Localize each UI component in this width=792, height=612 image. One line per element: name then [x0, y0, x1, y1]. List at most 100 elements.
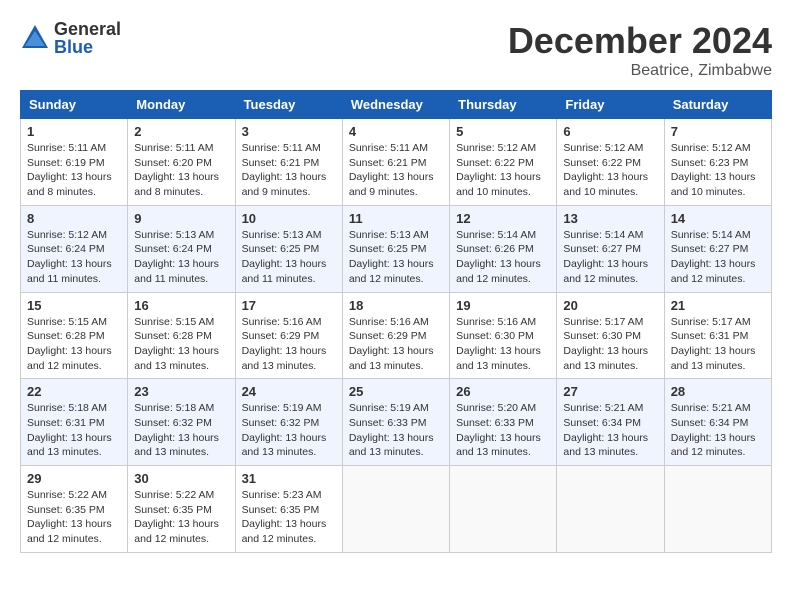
- calendar-cell: 2 Sunrise: 5:11 AMSunset: 6:20 PMDaylight…: [128, 119, 235, 206]
- day-number: 27: [563, 384, 657, 399]
- day-info: Sunrise: 5:12 AMSunset: 6:22 PMDaylight:…: [456, 141, 550, 200]
- calendar-cell: 5 Sunrise: 5:12 AMSunset: 6:22 PMDaylight…: [450, 119, 557, 206]
- day-number: 3: [242, 124, 336, 139]
- calendar-cell: 4Sunrise: 5:11 AMSunset: 6:21 PMDaylight…: [342, 119, 449, 206]
- day-info: Sunrise: 5:23 AMSunset: 6:35 PMDaylight:…: [242, 488, 336, 547]
- day-number: 9: [134, 211, 228, 226]
- calendar-week-row: 1Sunrise: 5:11 AMSunset: 6:19 PMDaylight…: [21, 119, 772, 206]
- day-info: Sunrise: 5:17 AMSunset: 6:31 PMDaylight:…: [671, 315, 765, 374]
- calendar-cell: 6 Sunrise: 5:12 AMSunset: 6:22 PMDaylight…: [557, 119, 664, 206]
- day-number: 2: [134, 124, 228, 139]
- day-info: Sunrise: 5:17 AMSunset: 6:30 PMDaylight:…: [563, 315, 657, 374]
- day-info: Sunrise: 5:21 AMSunset: 6:34 PMDaylight:…: [671, 401, 765, 460]
- calendar-cell: 26Sunrise: 5:20 AMSunset: 6:33 PMDayligh…: [450, 379, 557, 466]
- day-info: Sunrise: 5:15 AMSunset: 6:28 PMDaylight:…: [134, 315, 228, 374]
- calendar-cell: 30Sunrise: 5:22 AMSunset: 6:35 PMDayligh…: [128, 466, 235, 553]
- calendar-header-row: Sunday Monday Tuesday Wednesday Thursday…: [21, 91, 772, 119]
- calendar-cell: 8Sunrise: 5:12 AMSunset: 6:24 PMDaylight…: [21, 205, 128, 292]
- day-info: Sunrise: 5:11 AMSunset: 6:20 PMDaylight:…: [134, 141, 228, 200]
- day-info: Sunrise: 5:16 AMSunset: 6:29 PMDaylight:…: [242, 315, 336, 374]
- calendar-cell: [664, 466, 771, 553]
- day-number: 23: [134, 384, 228, 399]
- day-number: 16: [134, 298, 228, 313]
- day-info: Sunrise: 5:16 AMSunset: 6:29 PMDaylight:…: [349, 315, 443, 374]
- day-info: Sunrise: 5:12 AMSunset: 6:24 PMDaylight:…: [27, 228, 121, 287]
- title-area: December 2024 Beatrice, Zimbabwe: [508, 20, 772, 80]
- day-number: 4: [349, 124, 443, 139]
- day-info: Sunrise: 5:14 AMSunset: 6:26 PMDaylight:…: [456, 228, 550, 287]
- month-title: December 2024: [508, 20, 772, 62]
- calendar-cell: 10Sunrise: 5:13 AMSunset: 6:25 PMDayligh…: [235, 205, 342, 292]
- day-info: Sunrise: 5:14 AMSunset: 6:27 PMDaylight:…: [563, 228, 657, 287]
- day-info: Sunrise: 5:13 AMSunset: 6:24 PMDaylight:…: [134, 228, 228, 287]
- calendar-week-row: 15 Sunrise: 5:15 AMSunset: 6:28 PMDayligh…: [21, 292, 772, 379]
- calendar-cell: 20 Sunrise: 5:17 AMSunset: 6:30 PMDayligh…: [557, 292, 664, 379]
- calendar: Sunday Monday Tuesday Wednesday Thursday…: [20, 90, 772, 553]
- day-number: 18: [349, 298, 443, 313]
- calendar-cell: 25Sunrise: 5:19 AMSunset: 6:33 PMDayligh…: [342, 379, 449, 466]
- col-tuesday: Tuesday: [235, 91, 342, 119]
- logo-blue: Blue: [54, 38, 121, 56]
- day-info: Sunrise: 5:19 AMSunset: 6:32 PMDaylight:…: [242, 401, 336, 460]
- day-number: 5: [456, 124, 550, 139]
- calendar-cell: [450, 466, 557, 553]
- calendar-cell: 15 Sunrise: 5:15 AMSunset: 6:28 PMDayligh…: [21, 292, 128, 379]
- calendar-cell: 23 Sunrise: 5:18 AMSunset: 6:32 PMDayligh…: [128, 379, 235, 466]
- day-number: 19: [456, 298, 550, 313]
- day-info: Sunrise: 5:11 AMSunset: 6:21 PMDaylight:…: [242, 141, 336, 200]
- day-info: Sunrise: 5:12 AMSunset: 6:22 PMDaylight:…: [563, 141, 657, 200]
- calendar-cell: 18 Sunrise: 5:16 AMSunset: 6:29 PMDayligh…: [342, 292, 449, 379]
- calendar-cell: 21 Sunrise: 5:17 AMSunset: 6:31 PMDayligh…: [664, 292, 771, 379]
- day-number: 15: [27, 298, 121, 313]
- calendar-cell: 24Sunrise: 5:19 AMSunset: 6:32 PMDayligh…: [235, 379, 342, 466]
- day-number: 21: [671, 298, 765, 313]
- calendar-cell: 12 Sunrise: 5:14 AMSunset: 6:26 PMDayligh…: [450, 205, 557, 292]
- calendar-cell: 11Sunrise: 5:13 AMSunset: 6:25 PMDayligh…: [342, 205, 449, 292]
- col-friday: Friday: [557, 91, 664, 119]
- day-info: Sunrise: 5:18 AMSunset: 6:31 PMDaylight:…: [27, 401, 121, 460]
- calendar-cell: [342, 466, 449, 553]
- calendar-week-row: 8Sunrise: 5:12 AMSunset: 6:24 PMDaylight…: [21, 205, 772, 292]
- day-info: Sunrise: 5:15 AMSunset: 6:28 PMDaylight:…: [27, 315, 121, 374]
- day-info: Sunrise: 5:21 AMSunset: 6:34 PMDaylight:…: [563, 401, 657, 460]
- calendar-week-row: 22 Sunrise: 5:18 AMSunset: 6:31 PMDayligh…: [21, 379, 772, 466]
- calendar-cell: 1Sunrise: 5:11 AMSunset: 6:19 PMDaylight…: [21, 119, 128, 206]
- calendar-cell: 27 Sunrise: 5:21 AMSunset: 6:34 PMDayligh…: [557, 379, 664, 466]
- calendar-cell: 17 Sunrise: 5:16 AMSunset: 6:29 PMDayligh…: [235, 292, 342, 379]
- day-number: 12: [456, 211, 550, 226]
- day-info: Sunrise: 5:16 AMSunset: 6:30 PMDaylight:…: [456, 315, 550, 374]
- day-info: Sunrise: 5:22 AMSunset: 6:35 PMDaylight:…: [134, 488, 228, 547]
- calendar-week-row: 29Sunrise: 5:22 AMSunset: 6:35 PMDayligh…: [21, 466, 772, 553]
- day-info: Sunrise: 5:20 AMSunset: 6:33 PMDaylight:…: [456, 401, 550, 460]
- calendar-cell: 16 Sunrise: 5:15 AMSunset: 6:28 PMDayligh…: [128, 292, 235, 379]
- calendar-cell: [557, 466, 664, 553]
- calendar-cell: 22 Sunrise: 5:18 AMSunset: 6:31 PMDayligh…: [21, 379, 128, 466]
- location: Beatrice, Zimbabwe: [508, 62, 772, 80]
- logo: General Blue: [20, 20, 121, 56]
- calendar-cell: 31Sunrise: 5:23 AMSunset: 6:35 PMDayligh…: [235, 466, 342, 553]
- day-number: 14: [671, 211, 765, 226]
- day-info: Sunrise: 5:14 AMSunset: 6:27 PMDaylight:…: [671, 228, 765, 287]
- day-info: Sunrise: 5:18 AMSunset: 6:32 PMDaylight:…: [134, 401, 228, 460]
- day-number: 1: [27, 124, 121, 139]
- col-sunday: Sunday: [21, 91, 128, 119]
- col-saturday: Saturday: [664, 91, 771, 119]
- calendar-cell: 19 Sunrise: 5:16 AMSunset: 6:30 PMDayligh…: [450, 292, 557, 379]
- col-monday: Monday: [128, 91, 235, 119]
- calendar-cell: 13 Sunrise: 5:14 AMSunset: 6:27 PMDayligh…: [557, 205, 664, 292]
- day-number: 7: [671, 124, 765, 139]
- calendar-cell: 9 Sunrise: 5:13 AMSunset: 6:24 PMDaylight…: [128, 205, 235, 292]
- calendar-cell: 7Sunrise: 5:12 AMSunset: 6:23 PMDaylight…: [664, 119, 771, 206]
- day-number: 20: [563, 298, 657, 313]
- calendar-cell: 3 Sunrise: 5:11 AMSunset: 6:21 PMDaylight…: [235, 119, 342, 206]
- day-info: Sunrise: 5:22 AMSunset: 6:35 PMDaylight:…: [27, 488, 121, 547]
- calendar-cell: 29Sunrise: 5:22 AMSunset: 6:35 PMDayligh…: [21, 466, 128, 553]
- day-number: 13: [563, 211, 657, 226]
- logo-icon: [20, 23, 50, 53]
- col-wednesday: Wednesday: [342, 91, 449, 119]
- day-number: 17: [242, 298, 336, 313]
- day-number: 25: [349, 384, 443, 399]
- day-number: 6: [563, 124, 657, 139]
- logo-general: General: [54, 20, 121, 38]
- day-number: 22: [27, 384, 121, 399]
